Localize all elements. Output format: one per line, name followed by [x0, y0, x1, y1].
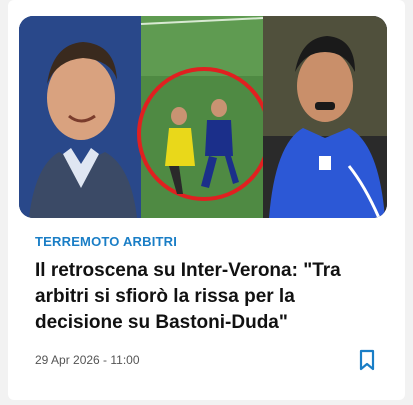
bookmark-button[interactable] [357, 349, 377, 371]
bookmark-icon [359, 349, 375, 371]
article-title[interactable]: Il retroscena su Inter-Verona: "Tra arbi… [35, 258, 375, 336]
article-image[interactable] [19, 16, 387, 218]
article-category[interactable]: TERREMOTO ARBITRI [35, 234, 177, 249]
article-date: 29 Apr 2026 - 11:00 [35, 353, 140, 367]
